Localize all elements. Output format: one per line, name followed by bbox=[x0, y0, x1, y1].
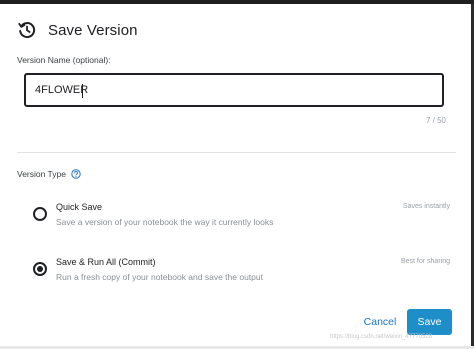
quick-save-radio[interactable] bbox=[33, 207, 47, 221]
window-top-bar bbox=[0, 0, 474, 4]
option-quick-save[interactable]: Quick Save Save a version of your notebo… bbox=[33, 202, 453, 236]
save-run-all-description: Run a fresh copy of your notebook and sa… bbox=[56, 272, 263, 282]
version-name-input[interactable] bbox=[24, 73, 444, 107]
quick-save-tag: Saves instantly bbox=[402, 203, 450, 210]
help-icon[interactable] bbox=[71, 169, 81, 179]
cancel-button[interactable]: Cancel bbox=[360, 311, 400, 333]
version-type-label: Version Type bbox=[17, 169, 66, 179]
quick-save-description: Save a version of your notebook the way … bbox=[56, 217, 274, 227]
history-icon bbox=[17, 20, 37, 40]
dialog-header: Save Version bbox=[17, 18, 138, 42]
save-run-all-tag: Best for sharing bbox=[400, 258, 450, 265]
save-button[interactable]: Save bbox=[407, 309, 452, 335]
text-caret bbox=[82, 84, 83, 98]
version-type-heading: Version Type bbox=[17, 169, 81, 179]
version-name-label: Version Name (optional): bbox=[17, 55, 111, 65]
quick-save-title: Quick Save bbox=[56, 202, 103, 212]
save-run-all-title: Save & Run All (Commit) bbox=[56, 257, 156, 267]
watermark-text: https://blog.csdn.net/weixin_47770528 bbox=[330, 334, 433, 340]
save-run-all-radio[interactable] bbox=[33, 262, 47, 276]
char-counter: 7 / 50 bbox=[425, 116, 446, 125]
dialog-title: Save Version bbox=[48, 21, 138, 39]
option-save-run-all[interactable]: Save & Run All (Commit) Run a fresh copy… bbox=[33, 257, 453, 291]
section-divider bbox=[17, 152, 456, 153]
